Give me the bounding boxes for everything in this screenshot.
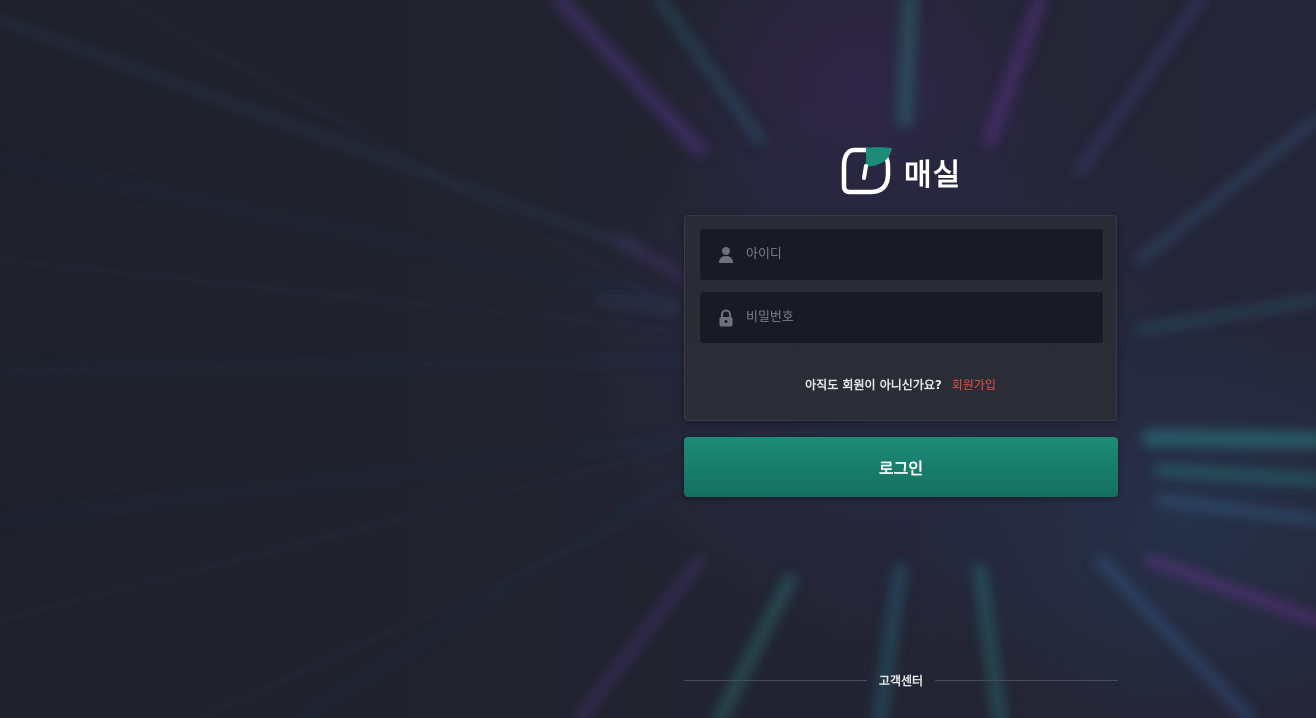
customer-support: 고객센터 bbox=[684, 670, 1119, 690]
leaf-logo-icon bbox=[840, 144, 892, 200]
divider-right bbox=[935, 679, 1119, 681]
signup-question: 아직도 회원이 아니신가요? bbox=[805, 378, 942, 392]
customer-support-link[interactable]: 고객센터 bbox=[867, 672, 935, 689]
login-form: 아직도 회원이 아니신가요? 회원가입 bbox=[684, 215, 1117, 421]
password-input[interactable] bbox=[744, 291, 1103, 344]
brand-name: 매실 bbox=[904, 158, 962, 193]
divider-left bbox=[684, 679, 867, 681]
background-burst bbox=[0, 0, 1316, 718]
signup-row: 아직도 회원이 아니신가요? 회원가입 bbox=[685, 376, 1116, 393]
username-input[interactable] bbox=[744, 228, 1103, 281]
login-page: 매실 아직도 회원이 아니신가요? 회원가 bbox=[0, 0, 1316, 718]
lock-icon bbox=[718, 308, 734, 327]
password-field[interactable] bbox=[699, 291, 1104, 344]
brand-logo: 매실 bbox=[840, 146, 961, 198]
signup-link[interactable]: 회원가입 bbox=[952, 378, 996, 392]
username-field[interactable] bbox=[699, 228, 1104, 281]
user-icon bbox=[718, 246, 734, 264]
login-button[interactable]: 로그인 bbox=[684, 437, 1118, 497]
